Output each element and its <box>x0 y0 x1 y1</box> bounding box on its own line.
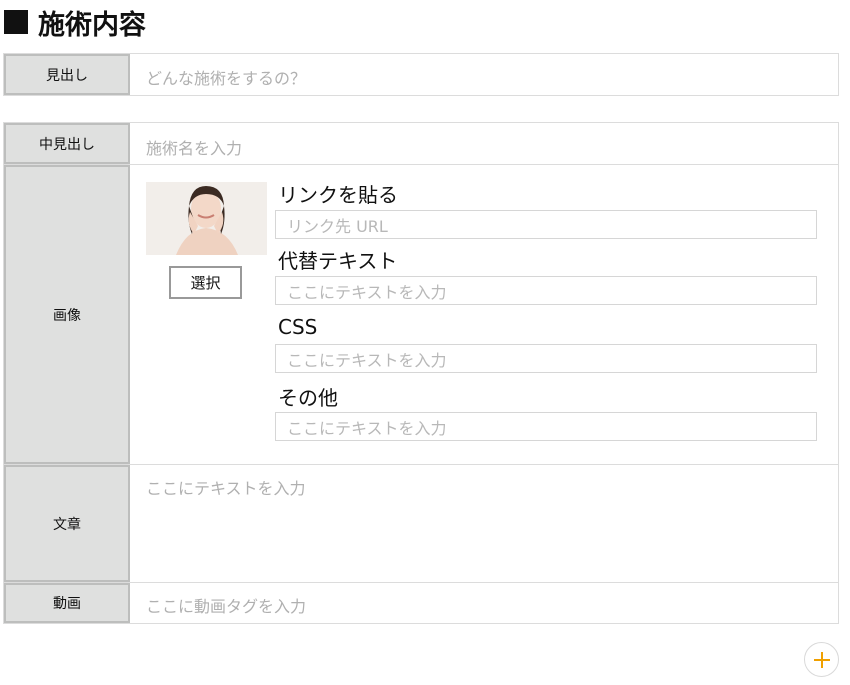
heading-row: 見出し どんな施術をするの？ <box>3 53 839 96</box>
heading-label: 見出し <box>4 54 130 95</box>
subheading-placeholder: 施術名を入力 <box>146 139 243 158</box>
css-label: CSS <box>278 315 318 339</box>
section-title-text: 施術内容 <box>38 9 146 41</box>
alt-text-placeholder: ここにテキストを入力 <box>287 282 447 302</box>
add-section-button[interactable] <box>804 642 839 677</box>
heading-placeholder: どんな施術をするの？ <box>146 69 307 88</box>
link-url-input[interactable]: リンク先 URL <box>275 210 817 239</box>
other-placeholder: ここにテキストを入力 <box>287 418 447 438</box>
subheading-row: 中見出し 施術名を入力 <box>3 122 839 165</box>
video-row: 動画 ここに動画タグを入力 <box>3 582 839 624</box>
image-panel: 選択 リンクを貼る リンク先 URL 代替テキスト ここにテキストを入力 CSS… <box>130 165 838 464</box>
link-url-placeholder: リンク先 URL <box>287 216 388 236</box>
square-bullet-icon <box>4 10 28 34</box>
video-label: 動画 <box>4 583 130 623</box>
other-input[interactable]: ここにテキストを入力 <box>275 412 817 441</box>
text-row: 文章 ここにテキストを入力 <box>3 464 839 583</box>
portrait-photo-icon <box>146 182 267 255</box>
video-input[interactable]: ここに動画タグを入力 <box>130 583 838 623</box>
other-label: その他 <box>278 386 338 410</box>
css-input[interactable]: ここにテキストを入力 <box>275 344 817 373</box>
link-label: リンクを貼る <box>278 183 398 207</box>
alt-text-label: 代替テキスト <box>278 249 398 273</box>
image-row: 画像 選択 リンクを貼る リンク先 URL 代替テキスト ここにテキストを入力 … <box>3 164 839 465</box>
text-placeholder: ここにテキストを入力 <box>146 479 306 498</box>
text-area[interactable]: ここにテキストを入力 <box>130 465 838 582</box>
css-placeholder: ここにテキストを入力 <box>287 350 447 370</box>
subheading-input[interactable]: 施術名を入力 <box>130 123 838 164</box>
video-placeholder: ここに動画タグを入力 <box>146 597 307 616</box>
select-image-button[interactable]: 選択 <box>169 266 242 299</box>
plus-icon <box>813 651 830 668</box>
image-label: 画像 <box>4 165 130 464</box>
heading-input[interactable]: どんな施術をするの？ <box>130 54 838 95</box>
subheading-label: 中見出し <box>4 123 130 164</box>
alt-text-input[interactable]: ここにテキストを入力 <box>275 276 817 305</box>
section-title: 施術内容 <box>4 0 146 44</box>
text-label: 文章 <box>4 465 130 582</box>
image-thumbnail <box>146 182 267 255</box>
